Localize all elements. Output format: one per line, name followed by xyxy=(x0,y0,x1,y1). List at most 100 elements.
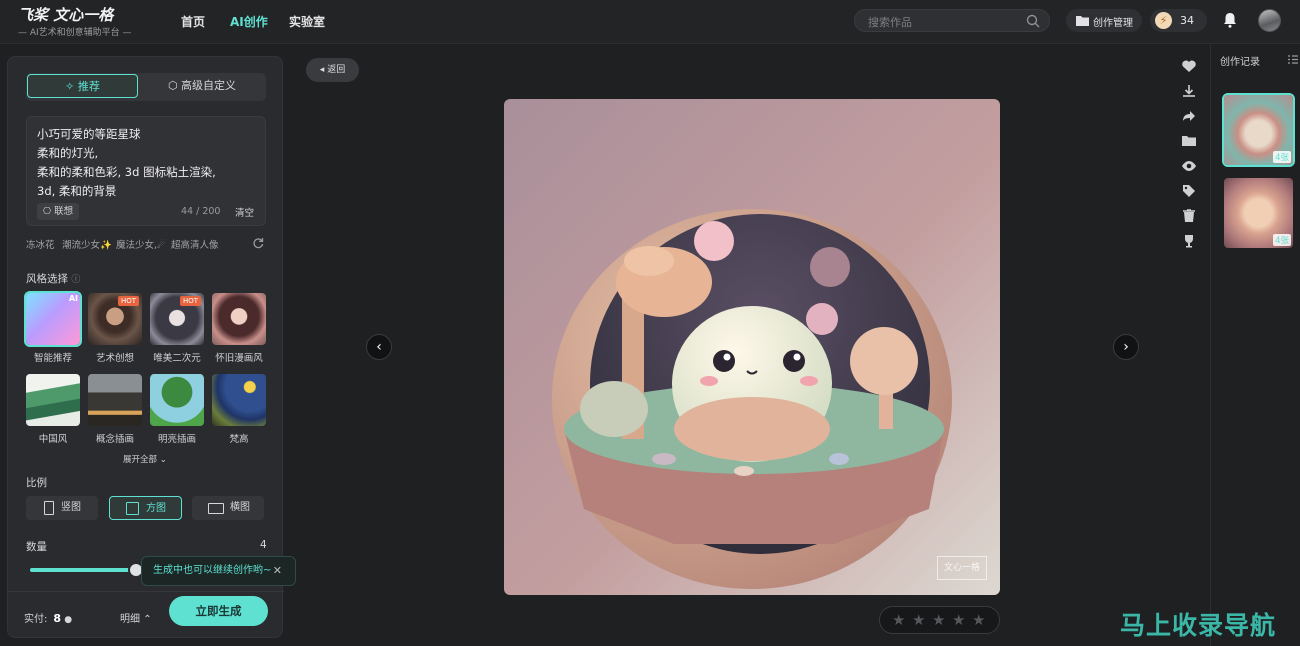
bell-icon[interactable] xyxy=(1223,12,1237,28)
style-label: 梵高 xyxy=(229,434,249,445)
suggestion-item[interactable]: 魔法少女,☄ xyxy=(116,237,166,251)
style-item-concept[interactable]: 概念插画 xyxy=(88,374,142,445)
top-bar: 飞桨 文心一格 — AI艺术和创意辅助平台 — 首页 AI创作 实验室 搜索作品… xyxy=(0,0,1300,44)
mode-tabs: ✧ 推荐 ⬡ 高级自定义 xyxy=(26,73,266,101)
manage-button[interactable]: 创作管理 xyxy=(1066,9,1142,32)
style-thumb: AI xyxy=(24,291,82,347)
suggestion-item[interactable]: 潮流少女✨ xyxy=(62,237,112,251)
style-item-chinese[interactable]: 中国风 xyxy=(26,374,80,445)
quantity-title: 数量 xyxy=(26,541,47,553)
share-icon[interactable] xyxy=(1181,108,1197,124)
logo[interactable]: 飞桨 文心一格 — AI艺术和创意辅助平台 — xyxy=(18,4,148,40)
tag-icon[interactable] xyxy=(1181,183,1197,199)
prompt-text[interactable]: 小巧可爱的等距星球 柔和的灯光, 柔和的柔和色彩, 3d 图标粘土渲染, 3d,… xyxy=(37,125,262,201)
detail-button[interactable]: 明细 ⌃ xyxy=(120,610,152,625)
folder-icon xyxy=(1076,16,1089,26)
associate-label: 联想 xyxy=(54,206,74,217)
nav-home[interactable]: 首页 xyxy=(181,13,205,30)
logo-title: 飞桨 文心一格 xyxy=(18,6,114,24)
star-icon[interactable]: ★ xyxy=(972,611,985,629)
suggestion-item[interactable]: 超高清人像 xyxy=(171,237,219,251)
star-icon[interactable]: ★ xyxy=(912,611,925,629)
history-item[interactable]: 4张 xyxy=(1222,93,1295,167)
manage-label: 创作管理 xyxy=(1093,18,1133,29)
next-arrow-button[interactable]: › xyxy=(1113,334,1139,360)
download-icon[interactable] xyxy=(1181,83,1197,99)
app-root: { "brand": {"logo_title": "飞桨 文心一格", "lo… xyxy=(0,0,1300,646)
clear-button[interactable]: 清空 xyxy=(235,205,254,219)
toast-text: 生成中也可以继续创作哟~ xyxy=(153,565,272,576)
style-item-smart[interactable]: AI 智能推荐 xyxy=(24,291,82,364)
close-icon[interactable]: ✕ xyxy=(273,557,282,585)
eye-icon[interactable] xyxy=(1181,158,1197,174)
search-placeholder: 搜索作品 xyxy=(868,16,912,29)
tab-custom[interactable]: ⬡ 高级自定义 xyxy=(140,74,264,98)
search-input[interactable]: 搜索作品 xyxy=(854,9,1050,32)
prev-arrow-button[interactable]: ‹ xyxy=(366,334,392,360)
info-icon[interactable]: ⓘ xyxy=(71,275,80,285)
lightning-icon: ⚡ xyxy=(1155,12,1172,29)
portrait-icon xyxy=(44,501,54,515)
style-label: 怀旧漫画风 xyxy=(215,353,263,364)
style-item-retro[interactable]: 怀旧漫画风 xyxy=(212,293,266,364)
nav-ai-create[interactable]: AI创作 xyxy=(230,13,268,30)
style-label: 智能推荐 xyxy=(33,353,72,364)
coin-icon: ● xyxy=(64,615,73,625)
expand-all-button[interactable]: 展开全部 ⌄ xyxy=(123,453,167,465)
list-icon[interactable] xyxy=(1288,55,1298,64)
nav-lab[interactable]: 实验室 xyxy=(289,13,325,30)
style-item-bright[interactable]: 明亮插画 xyxy=(150,374,204,445)
refresh-icon[interactable] xyxy=(252,237,264,249)
toast-message: 生成中也可以继续创作哟~ ✕ xyxy=(141,556,296,586)
search-icon[interactable] xyxy=(1026,14,1040,28)
star-icon[interactable]: ★ xyxy=(932,611,945,629)
star-icon[interactable]: ★ xyxy=(952,611,965,629)
generated-image[interactable]: 文心一格 xyxy=(504,99,1000,595)
avatar[interactable] xyxy=(1258,9,1281,32)
chevron-down-icon: ⌄ xyxy=(159,455,167,465)
style-label: 明亮插画 xyxy=(157,434,196,445)
tab-recommend[interactable]: ✧ 推荐 xyxy=(27,74,138,98)
history-count: 4张 xyxy=(1273,234,1291,246)
paid-label: 实付: xyxy=(24,614,48,625)
quantity-value: 4 xyxy=(260,539,267,551)
style-label: 概念插画 xyxy=(95,434,134,445)
style-item-vangogh[interactable]: 梵高 xyxy=(212,374,266,445)
history-item[interactable]: 4张 xyxy=(1224,178,1293,248)
history-count: 4张 xyxy=(1273,151,1291,163)
generated-image-art xyxy=(504,99,1000,595)
style-item-anime[interactable]: HOT 唯美二次元 xyxy=(150,293,204,364)
style-item-art[interactable]: HOT 艺术创想 xyxy=(88,293,142,364)
style-title-label: 风格选择 xyxy=(26,273,68,285)
style-thumb xyxy=(212,293,266,345)
folder-icon[interactable] xyxy=(1181,133,1197,149)
expand-label: 展开全部 xyxy=(123,455,158,465)
rating-stars[interactable]: ★ ★ ★ ★ ★ xyxy=(879,606,1000,634)
prompt-suggestions: 冻冰花 潮流少女✨ 魔法少女,☄ 超高清人像 xyxy=(26,237,266,253)
trash-icon[interactable] xyxy=(1181,208,1197,224)
style-title: 风格选择 ⓘ xyxy=(26,271,80,286)
history-title: 创作记录 xyxy=(1220,57,1260,68)
slider-fill xyxy=(30,568,136,572)
create-panel: ✧ 推荐 ⬡ 高级自定义 小巧可爱的等距星球 柔和的灯光, 柔和的柔和色彩, 3… xyxy=(7,56,284,638)
star-icon[interactable]: ★ xyxy=(892,611,905,629)
coin-balance[interactable]: ⚡ 34 xyxy=(1150,9,1207,32)
ratio-landscape[interactable]: 横图 xyxy=(192,496,264,520)
associate-button[interactable]: ⎔ 联想 xyxy=(37,203,79,220)
style-thumb xyxy=(88,374,142,426)
style-thumb xyxy=(212,374,266,426)
ratio-square[interactable]: 方图 xyxy=(109,496,182,520)
ratio-label: 竖图 xyxy=(61,502,81,513)
style-label: 唯美二次元 xyxy=(153,353,201,364)
style-thumb xyxy=(150,374,204,426)
ratio-title: 比例 xyxy=(26,477,47,489)
back-button[interactable]: ◂ 返回 xyxy=(306,58,359,82)
heart-icon[interactable] xyxy=(1181,58,1197,74)
suggestion-item[interactable]: 冻冰花 xyxy=(26,237,55,251)
sparkle-icon: ✧ xyxy=(65,80,78,93)
ratio-portrait[interactable]: 竖图 xyxy=(26,496,98,520)
trophy-icon[interactable] xyxy=(1181,233,1197,249)
style-thumb: HOT xyxy=(88,293,142,345)
generate-button[interactable]: 立即生成 xyxy=(169,596,268,626)
prompt-textarea[interactable]: 小巧可爱的等距星球 柔和的灯光, 柔和的柔和色彩, 3d 图标粘土渲染, 3d,… xyxy=(26,116,266,226)
